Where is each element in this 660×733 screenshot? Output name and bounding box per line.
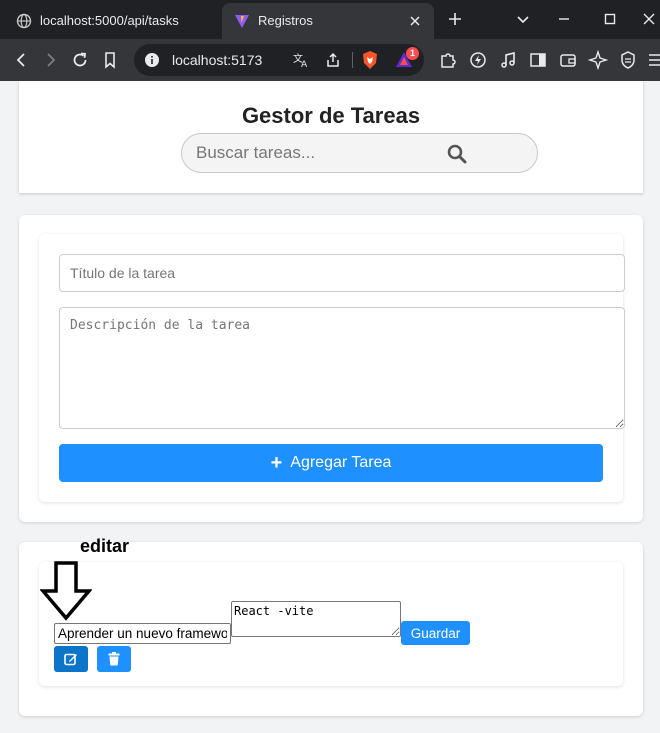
new-tab-icon[interactable] <box>446 10 464 28</box>
leo-ai-icon[interactable] <box>468 50 488 70</box>
page-viewport: Gestor de Tareas + Agregar Tarea React -v… <box>0 81 660 733</box>
svg-text:A: A <box>301 60 308 69</box>
forward-icon[interactable] <box>40 50 60 70</box>
task-item: React -vite Guardar <box>39 562 623 686</box>
app-header: Gestor de Tareas <box>19 81 643 193</box>
address-bar[interactable]: localhost:5173 文 A 1 <box>134 44 424 76</box>
sidebar-icon[interactable] <box>528 50 548 70</box>
annotation-arrow-icon <box>40 561 92 621</box>
task-form-section: + Agregar Tarea <box>19 215 643 522</box>
share-icon[interactable] <box>324 51 342 69</box>
search-icon[interactable] <box>447 144 467 164</box>
task-description-input[interactable] <box>59 307 625 429</box>
edit-button[interactable] <box>54 646 88 672</box>
vpn-shield-icon[interactable] <box>618 50 638 70</box>
omnibox-separator <box>352 52 353 68</box>
tab-title: Registros <box>258 13 313 28</box>
tab-registros[interactable]: Registros <box>222 3 434 39</box>
page-title: Gestor de Tareas <box>241 103 421 128</box>
globe-icon <box>16 13 32 29</box>
browser-tab-bar: localhost:5000/api/tasks Registros <box>0 0 660 39</box>
notification-badge: 1 <box>406 47 419 60</box>
edit-task-title-input[interactable] <box>54 623 231 644</box>
media-music-icon[interactable] <box>498 50 518 70</box>
task-list-section: React -vite Guardar <box>19 542 643 716</box>
vite-icon <box>235 15 249 28</box>
edit-task-description-input[interactable]: React -vite <box>231 601 401 637</box>
back-icon[interactable] <box>12 50 32 70</box>
delete-button[interactable] <box>97 646 131 672</box>
address-url: localhost:5173 <box>172 52 263 68</box>
tab-title: localhost:5000/api/tasks <box>40 13 179 28</box>
plus-icon: + <box>270 451 283 474</box>
trash-icon <box>108 652 120 666</box>
close-window-icon[interactable] <box>640 10 658 28</box>
maximize-icon[interactable] <box>601 10 619 28</box>
tab-api-tasks[interactable]: localhost:5000/api/tasks <box>4 3 220 39</box>
translate-icon[interactable]: 文 A <box>292 51 310 69</box>
menu-icon[interactable] <box>646 50 660 70</box>
edit-icon <box>64 653 77 666</box>
minimize-icon[interactable] <box>555 10 573 28</box>
search-input[interactable] <box>196 142 446 164</box>
reload-icon[interactable] <box>70 50 90 70</box>
extensions-icon[interactable] <box>438 50 458 70</box>
save-button[interactable]: Guardar <box>401 621 470 645</box>
search-bar[interactable] <box>181 133 538 173</box>
browser-toolbar: localhost:5173 文 A 1 <box>0 39 660 81</box>
close-tab-icon[interactable] <box>406 12 424 30</box>
add-task-button[interactable]: + Agregar Tarea <box>59 444 603 482</box>
tab-search-chevron-icon[interactable] <box>514 10 532 28</box>
sparkle-icon[interactable] <box>588 50 608 70</box>
add-task-label: Agregar Tarea <box>290 453 392 471</box>
bookmark-icon[interactable] <box>100 50 120 70</box>
task-form: + Agregar Tarea <box>39 234 625 502</box>
site-info-icon[interactable] <box>144 52 160 68</box>
wallet-icon[interactable] <box>558 50 578 70</box>
brave-shields-icon[interactable] <box>360 50 380 70</box>
task-title-input[interactable] <box>59 254 625 292</box>
annotation-label: editar <box>80 536 130 556</box>
